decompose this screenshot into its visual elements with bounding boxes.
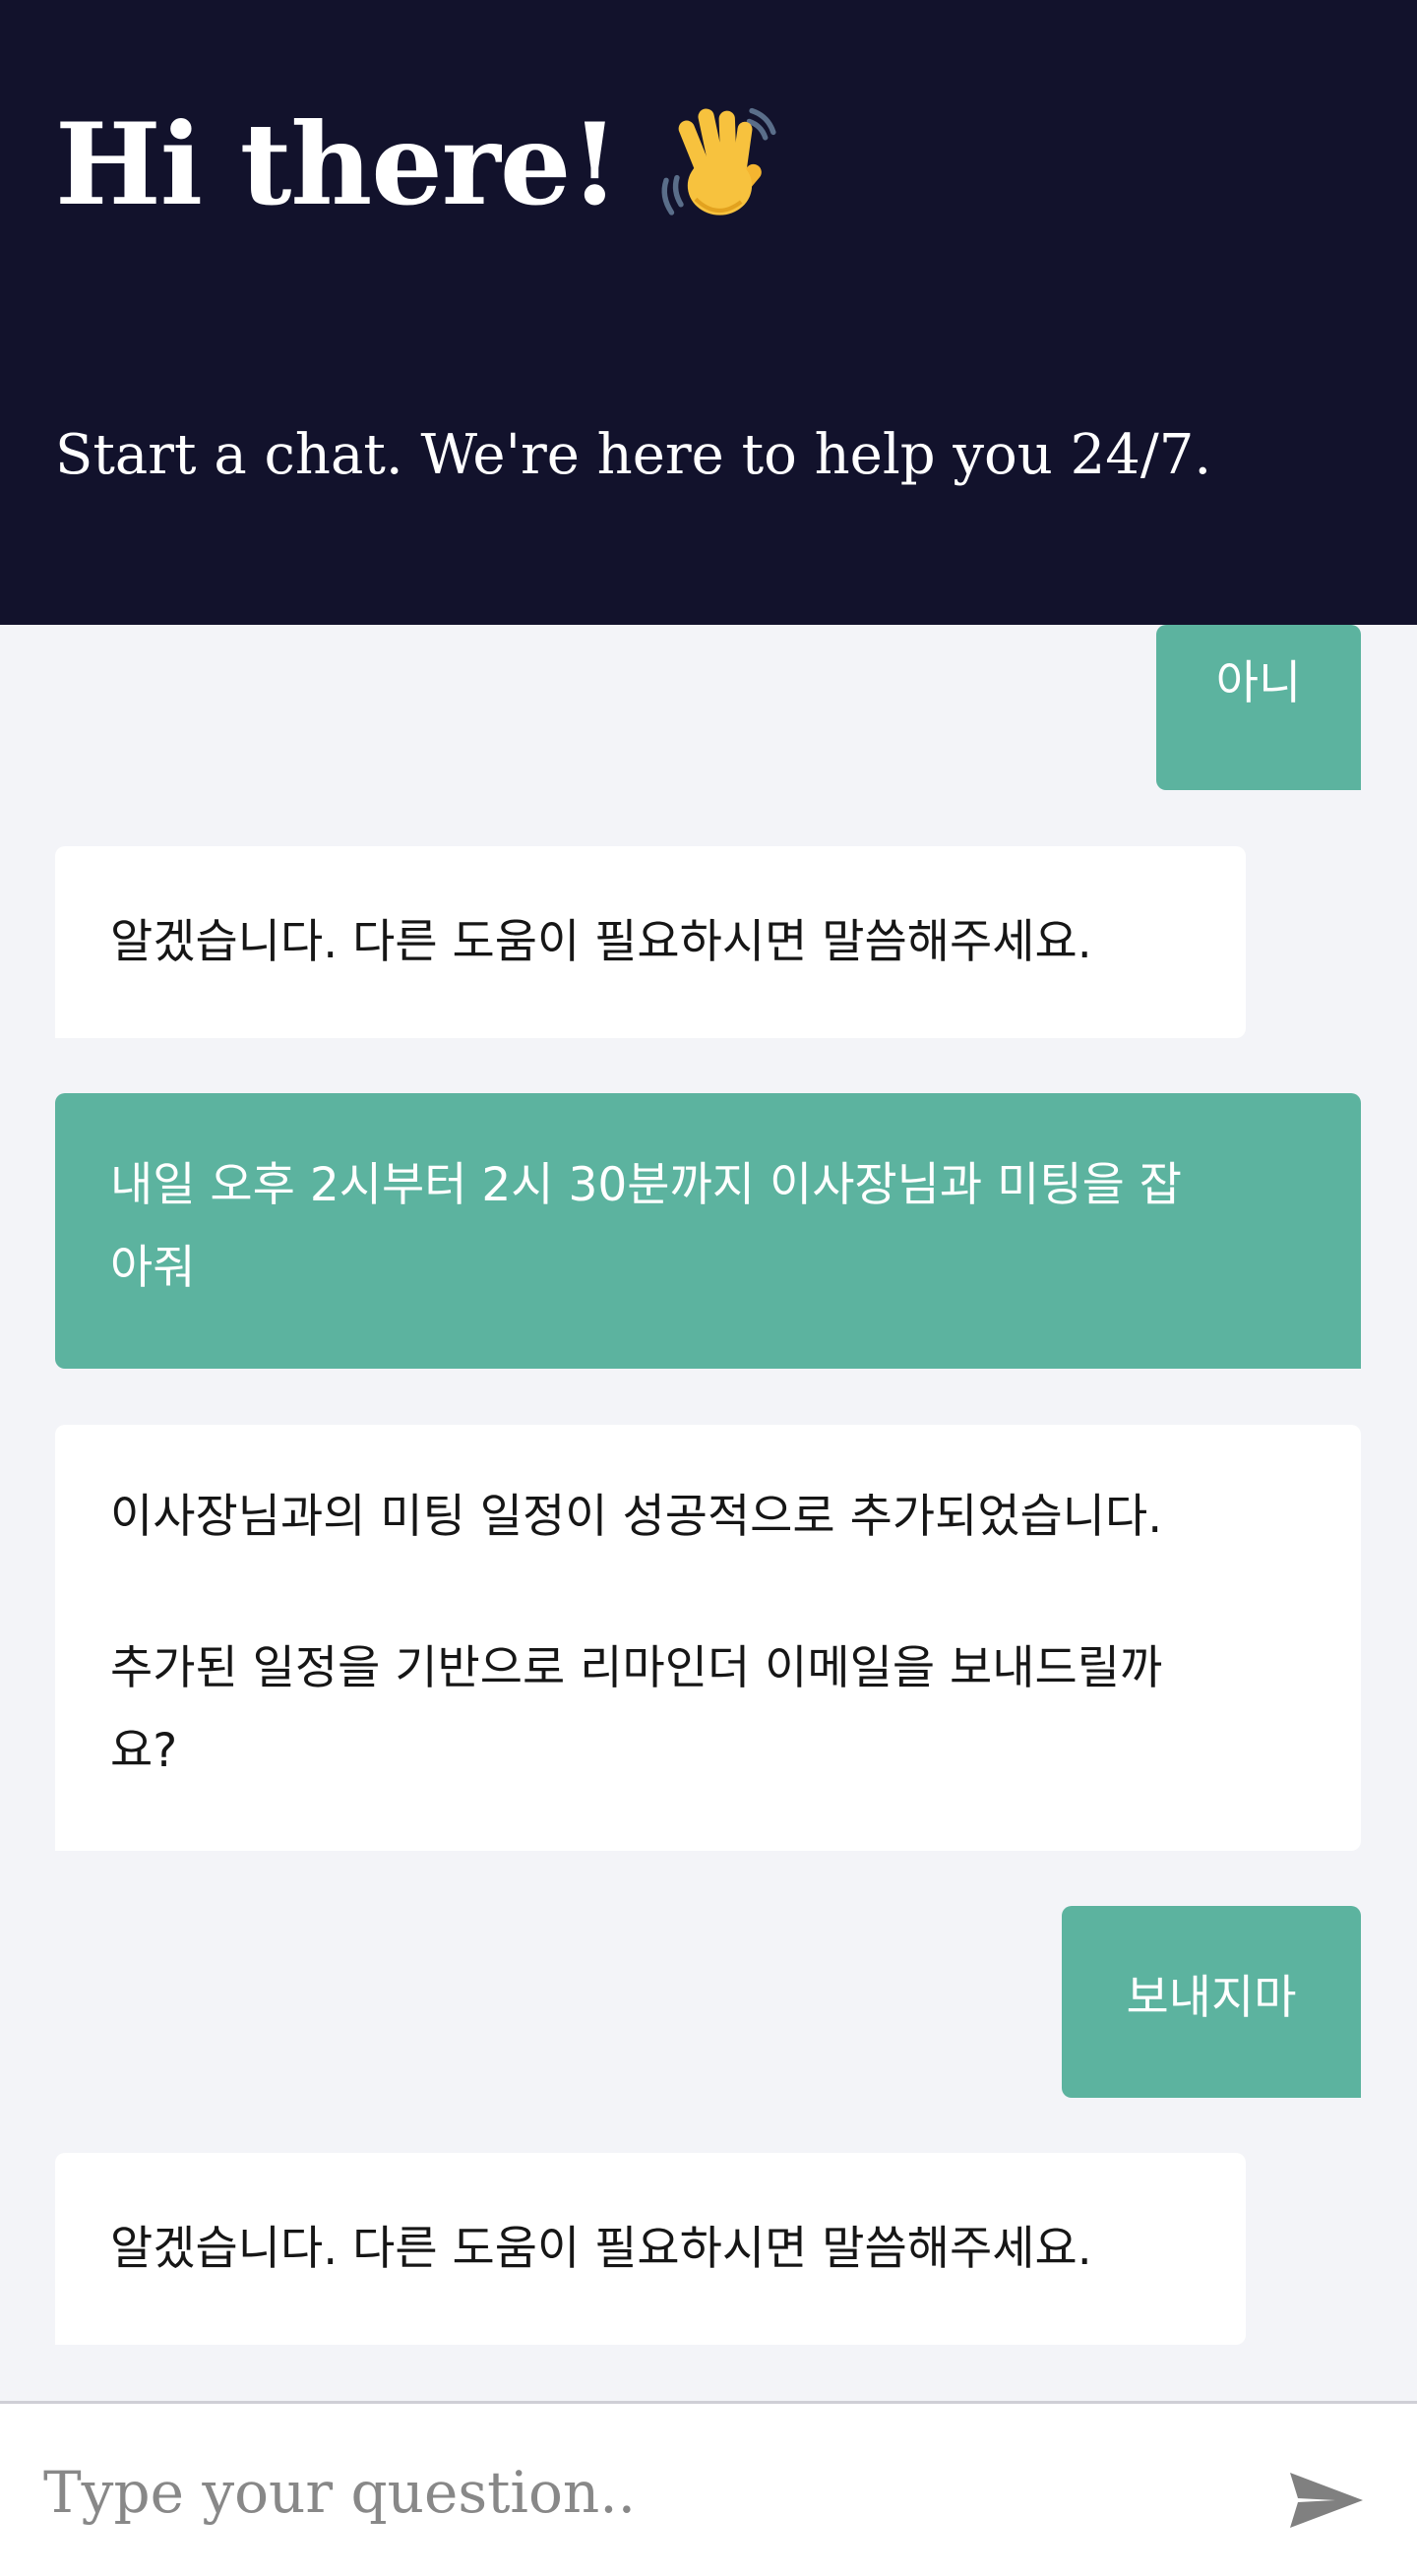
- chat-header: Hi there! Start a chat. We're here to he…: [0, 0, 1417, 625]
- send-button[interactable]: [1277, 2443, 1376, 2542]
- message-list[interactable]: 아니 알겠습니다. 다른 도움이 필요하시면 말씀해주세요. 내일 오후 2시부…: [0, 625, 1417, 2401]
- greeting-text: Hi there!: [55, 98, 619, 230]
- waving-hand-icon: [647, 97, 781, 231]
- bot-message: 이사장님과의 미팅 일정이 성공적으로 추가되었습니다. 추가된 일정을 기반으…: [55, 1425, 1361, 1851]
- composer-bar: [0, 2401, 1417, 2576]
- message-text: 추가된 일정을 기반으로 리마인더 이메일을 보내드릴까: [110, 1641, 1163, 1695]
- message-text: 아줘: [110, 1241, 196, 1295]
- question-input[interactable]: [43, 2443, 1224, 2542]
- user-message: 내일 오후 2시부터 2시 30분까지 이사장님과 미팅을 잡 아줘: [55, 1093, 1361, 1369]
- message-text: 아니: [1215, 656, 1302, 710]
- message-text: 알겠습니다. 다른 도움이 필요하시면 말씀해주세요.: [110, 2222, 1092, 2276]
- bot-message: 알겠습니다. 다른 도움이 필요하시면 말씀해주세요.: [55, 2153, 1246, 2345]
- message-text: 보내지마: [1126, 1971, 1297, 2025]
- message-text: 이사장님과의 미팅 일정이 성공적으로 추가되었습니다.: [110, 1490, 1163, 1544]
- send-icon: [1288, 2472, 1365, 2535]
- user-message: 보내지마: [1062, 1906, 1361, 2098]
- bot-message: 알겠습니다. 다른 도움이 필요하시면 말씀해주세요.: [55, 846, 1246, 1038]
- message-text: 알겠습니다. 다른 도움이 필요하시면 말씀해주세요.: [110, 915, 1092, 969]
- chat-widget: Hi there! Start a chat. We're here to he…: [0, 0, 1417, 2576]
- message-text: 내일 오후 2시부터 2시 30분까지 이사장님과 미팅을 잡: [110, 1158, 1182, 1212]
- message-text: 요?: [110, 1724, 178, 1778]
- user-message: 아니: [1156, 625, 1361, 790]
- greeting-title: Hi there!: [55, 91, 781, 238]
- tagline: Start a chat. We're here to help you 24/…: [55, 423, 1212, 487]
